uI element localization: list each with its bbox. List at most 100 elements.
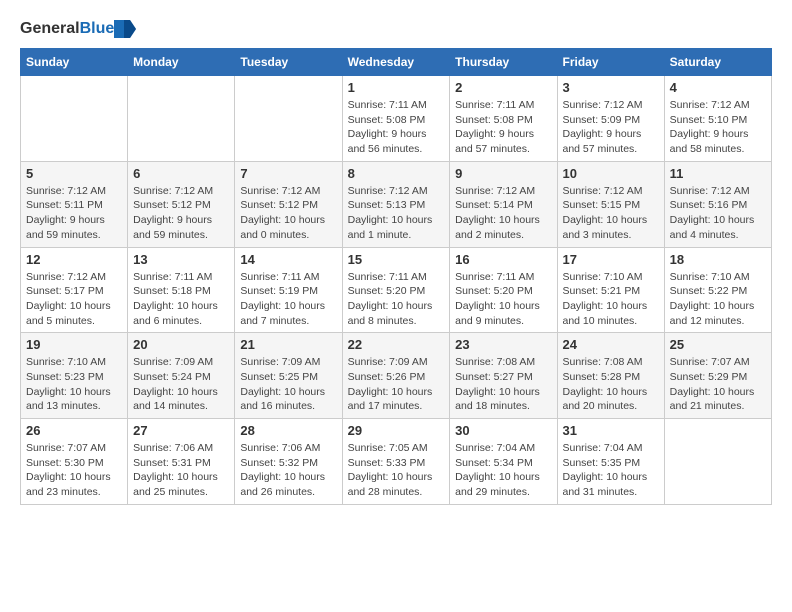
calendar-cell: 13 Sunrise: 7:11 AM Sunset: 5:18 PM Dayli… [128,247,235,333]
calendar-cell: 18 Sunrise: 7:10 AM Sunset: 5:22 PM Dayli… [664,247,771,333]
calendar-week-row: 26 Sunrise: 7:07 AM Sunset: 5:30 PM Dayli… [21,419,772,505]
calendar-cell: 20 Sunrise: 7:09 AM Sunset: 5:24 PM Dayli… [128,333,235,419]
day-number: 27 [133,423,229,438]
calendar-cell: 3 Sunrise: 7:12 AM Sunset: 5:09 PM Daylig… [557,76,664,162]
calendar-cell: 23 Sunrise: 7:08 AM Sunset: 5:27 PM Dayli… [450,333,557,419]
calendar-table: SundayMondayTuesdayWednesdayThursdayFrid… [20,48,772,505]
day-number: 24 [563,337,659,352]
weekday-header-row: SundayMondayTuesdayWednesdayThursdayFrid… [21,49,772,76]
day-number: 3 [563,80,659,95]
calendar-week-row: 1 Sunrise: 7:11 AM Sunset: 5:08 PM Daylig… [21,76,772,162]
day-number: 14 [240,252,336,267]
day-info: Sunrise: 7:12 AM Sunset: 5:10 PM Dayligh… [670,98,766,157]
day-number: 26 [26,423,122,438]
day-info: Sunrise: 7:05 AM Sunset: 5:33 PM Dayligh… [348,441,445,500]
calendar-cell: 9 Sunrise: 7:12 AM Sunset: 5:14 PM Daylig… [450,161,557,247]
day-number: 12 [26,252,122,267]
calendar-week-row: 5Sunrise: 7:12 AM Sunset: 5:11 PM Daylig… [21,161,772,247]
calendar-cell: 24Sunrise: 7:08 AM Sunset: 5:28 PM Dayli… [557,333,664,419]
weekday-header-sunday: Sunday [21,49,128,76]
day-info: Sunrise: 7:08 AM Sunset: 5:27 PM Dayligh… [455,355,551,414]
day-info: Sunrise: 7:06 AM Sunset: 5:31 PM Dayligh… [133,441,229,500]
page-header: GeneralBlue [20,20,772,38]
day-number: 11 [670,166,766,181]
day-info: Sunrise: 7:11 AM Sunset: 5:19 PM Dayligh… [240,270,336,329]
day-info: Sunrise: 7:11 AM Sunset: 5:20 PM Dayligh… [348,270,445,329]
day-info: Sunrise: 7:10 AM Sunset: 5:22 PM Dayligh… [670,270,766,329]
calendar-cell [128,76,235,162]
day-number: 6 [133,166,229,181]
day-number: 17 [563,252,659,267]
day-number: 29 [348,423,445,438]
calendar-cell: 16 Sunrise: 7:11 AM Sunset: 5:20 PM Dayli… [450,247,557,333]
day-info: Sunrise: 7:09 AM Sunset: 5:24 PM Dayligh… [133,355,229,414]
calendar-cell: 15 Sunrise: 7:11 AM Sunset: 5:20 PM Dayli… [342,247,450,333]
day-info: Sunrise: 7:12 AM Sunset: 5:12 PM Dayligh… [240,184,336,243]
day-number: 7 [240,166,336,181]
calendar-week-row: 12Sunrise: 7:12 AM Sunset: 5:17 PM Dayli… [21,247,772,333]
weekday-header-friday: Friday [557,49,664,76]
weekday-header-tuesday: Tuesday [235,49,342,76]
weekday-header-thursday: Thursday [450,49,557,76]
day-number: 8 [348,166,445,181]
calendar-cell: 27 Sunrise: 7:06 AM Sunset: 5:31 PM Dayli… [128,419,235,505]
day-number: 21 [240,337,336,352]
day-number: 5 [26,166,122,181]
day-info: Sunrise: 7:12 AM Sunset: 5:14 PM Dayligh… [455,184,551,243]
day-info: Sunrise: 7:12 AM Sunset: 5:13 PM Dayligh… [348,184,445,243]
day-number: 23 [455,337,551,352]
day-number: 1 [348,80,445,95]
day-number: 15 [348,252,445,267]
day-number: 2 [455,80,551,95]
day-info: Sunrise: 7:11 AM Sunset: 5:08 PM Dayligh… [455,98,551,157]
day-number: 28 [240,423,336,438]
calendar-cell: 19Sunrise: 7:10 AM Sunset: 5:23 PM Dayli… [21,333,128,419]
day-info: Sunrise: 7:09 AM Sunset: 5:26 PM Dayligh… [348,355,445,414]
calendar-cell [21,76,128,162]
calendar-cell: 28 Sunrise: 7:06 AM Sunset: 5:32 PM Dayli… [235,419,342,505]
day-number: 4 [670,80,766,95]
logo-flag-icon [114,20,136,38]
day-info: Sunrise: 7:11 AM Sunset: 5:18 PM Dayligh… [133,270,229,329]
calendar-cell: 30Sunrise: 7:04 AM Sunset: 5:34 PM Dayli… [450,419,557,505]
day-number: 20 [133,337,229,352]
calendar-cell: 31Sunrise: 7:04 AM Sunset: 5:35 PM Dayli… [557,419,664,505]
logo: GeneralBlue [20,20,136,38]
day-number: 9 [455,166,551,181]
weekday-header-saturday: Saturday [664,49,771,76]
day-info: Sunrise: 7:04 AM Sunset: 5:34 PM Dayligh… [455,441,551,500]
day-info: Sunrise: 7:04 AM Sunset: 5:35 PM Dayligh… [563,441,659,500]
calendar-cell: 21 Sunrise: 7:09 AM Sunset: 5:25 PM Dayli… [235,333,342,419]
calendar-cell: 7 Sunrise: 7:12 AM Sunset: 5:12 PM Daylig… [235,161,342,247]
calendar-cell: 6 Sunrise: 7:12 AM Sunset: 5:12 PM Daylig… [128,161,235,247]
day-number: 22 [348,337,445,352]
day-info: Sunrise: 7:11 AM Sunset: 5:20 PM Dayligh… [455,270,551,329]
day-info: Sunrise: 7:07 AM Sunset: 5:30 PM Dayligh… [26,441,122,500]
calendar-cell [664,419,771,505]
day-info: Sunrise: 7:12 AM Sunset: 5:16 PM Dayligh… [670,184,766,243]
calendar-cell: 8 Sunrise: 7:12 AM Sunset: 5:13 PM Daylig… [342,161,450,247]
day-number: 18 [670,252,766,267]
day-info: Sunrise: 7:12 AM Sunset: 5:12 PM Dayligh… [133,184,229,243]
day-number: 25 [670,337,766,352]
calendar-cell: 29 Sunrise: 7:05 AM Sunset: 5:33 PM Dayli… [342,419,450,505]
calendar-cell: 26 Sunrise: 7:07 AM Sunset: 5:30 PM Dayli… [21,419,128,505]
day-info: Sunrise: 7:12 AM Sunset: 5:15 PM Dayligh… [563,184,659,243]
calendar-cell: 12Sunrise: 7:12 AM Sunset: 5:17 PM Dayli… [21,247,128,333]
day-info: Sunrise: 7:10 AM Sunset: 5:21 PM Dayligh… [563,270,659,329]
day-info: Sunrise: 7:12 AM Sunset: 5:09 PM Dayligh… [563,98,659,157]
day-number: 16 [455,252,551,267]
calendar-cell: 10 Sunrise: 7:12 AM Sunset: 5:15 PM Dayli… [557,161,664,247]
calendar-cell: 25Sunrise: 7:07 AM Sunset: 5:29 PM Dayli… [664,333,771,419]
weekday-header-wednesday: Wednesday [342,49,450,76]
calendar-week-row: 19Sunrise: 7:10 AM Sunset: 5:23 PM Dayli… [21,333,772,419]
calendar-cell: 5Sunrise: 7:12 AM Sunset: 5:11 PM Daylig… [21,161,128,247]
day-info: Sunrise: 7:06 AM Sunset: 5:32 PM Dayligh… [240,441,336,500]
calendar-cell: 14 Sunrise: 7:11 AM Sunset: 5:19 PM Dayli… [235,247,342,333]
day-number: 13 [133,252,229,267]
day-info: Sunrise: 7:09 AM Sunset: 5:25 PM Dayligh… [240,355,336,414]
day-number: 10 [563,166,659,181]
day-info: Sunrise: 7:11 AM Sunset: 5:08 PM Dayligh… [348,98,445,157]
day-info: Sunrise: 7:10 AM Sunset: 5:23 PM Dayligh… [26,355,122,414]
logo-blue-text: Blue [80,20,115,38]
